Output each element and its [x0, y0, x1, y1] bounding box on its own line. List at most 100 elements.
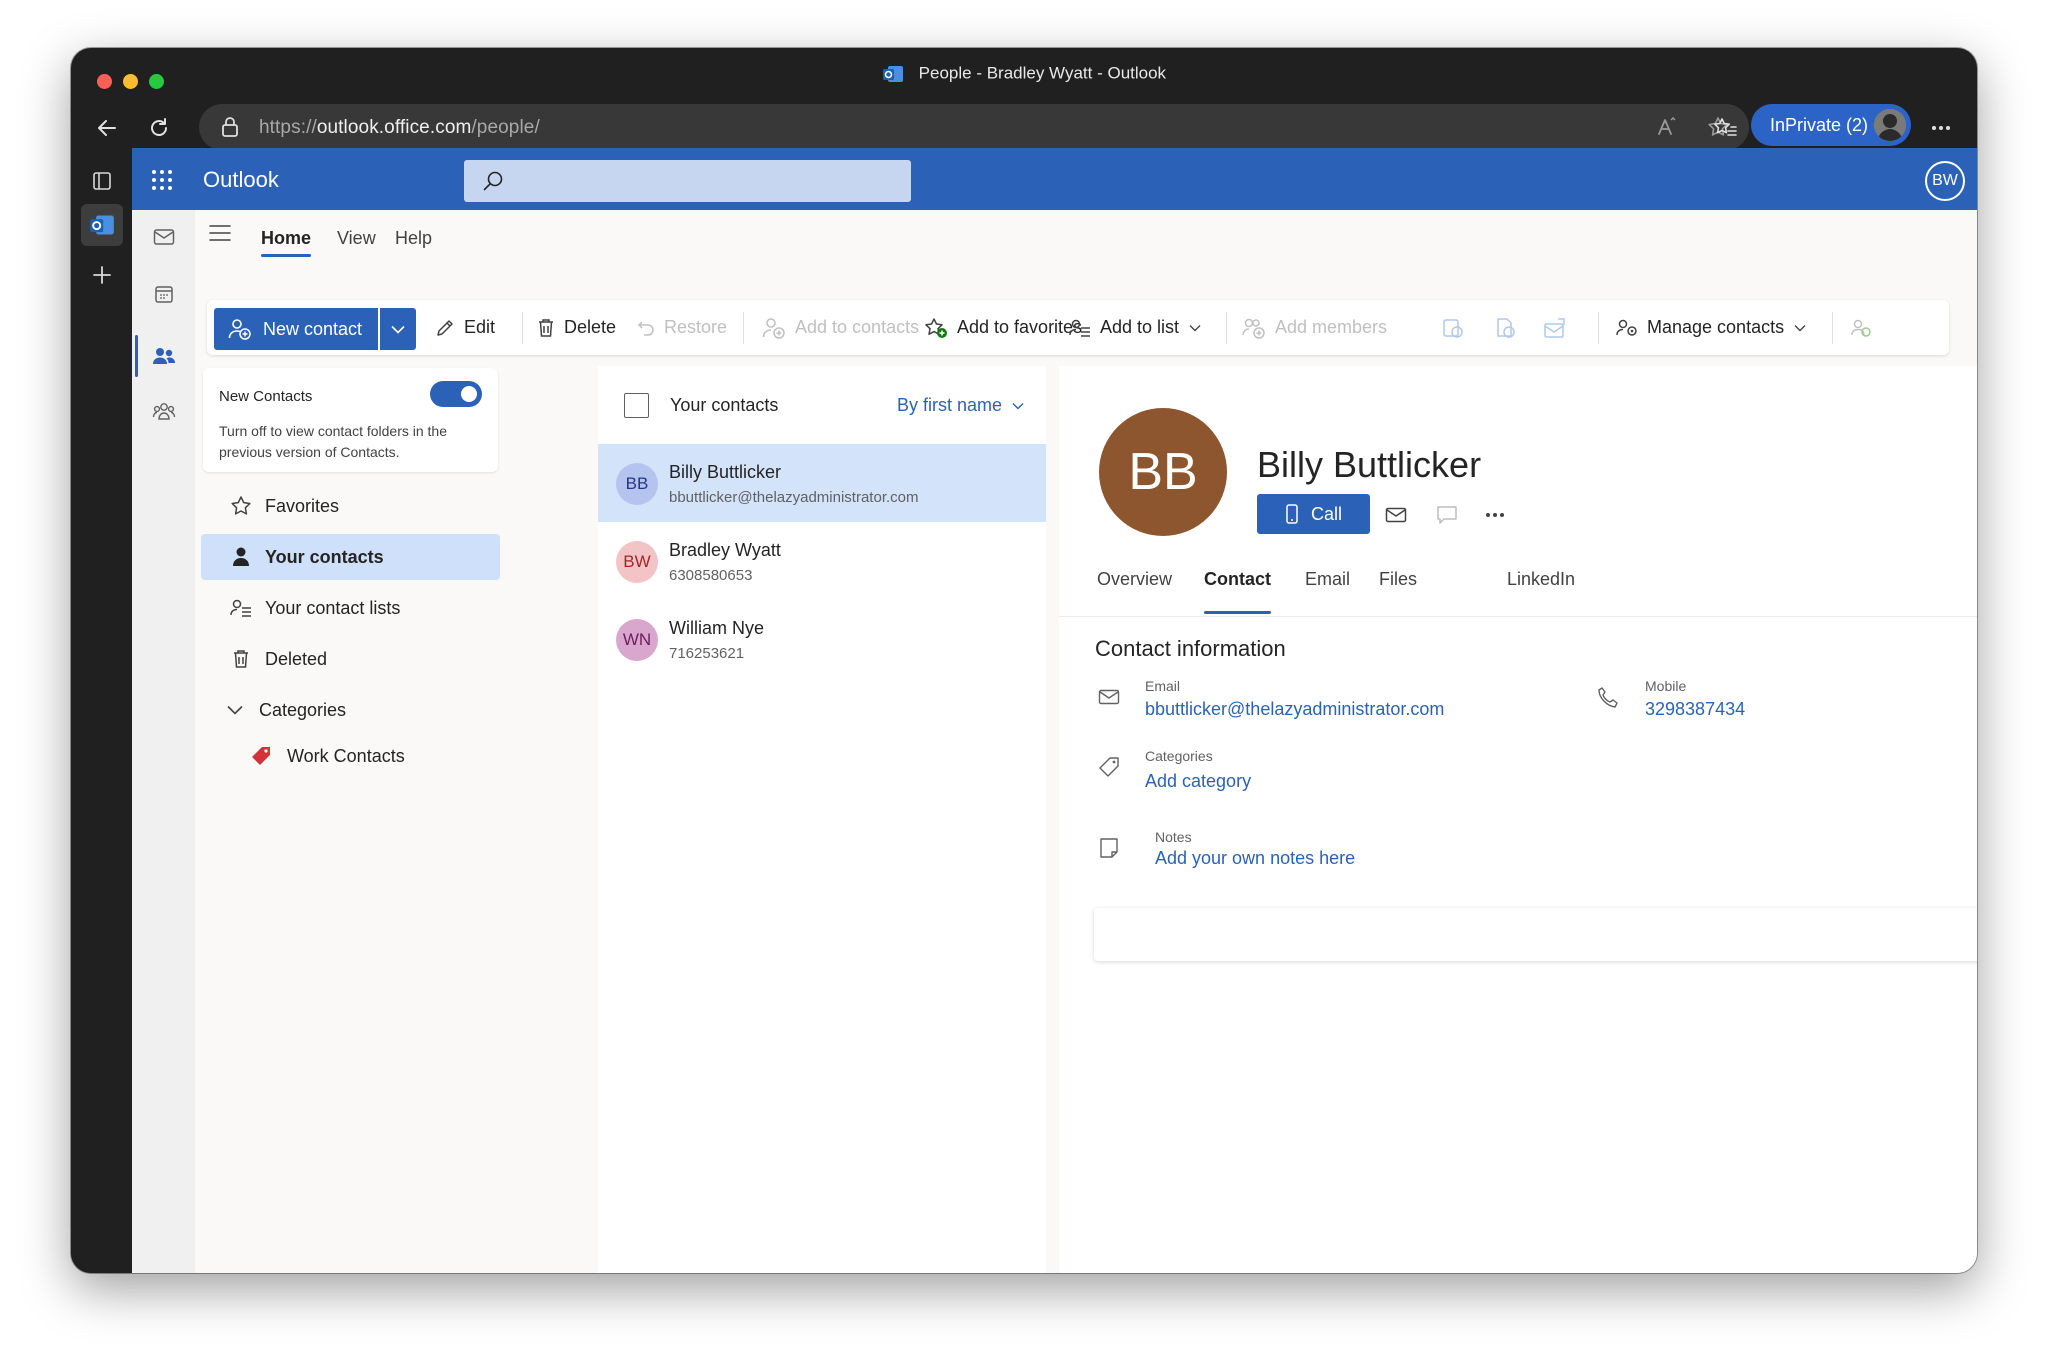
- chat-button[interactable]: [1433, 501, 1461, 529]
- url-scheme: https://: [259, 117, 317, 138]
- contact-list-header: Your contacts By first name: [598, 366, 1046, 442]
- add-notes-link[interactable]: Add your own notes here: [1155, 848, 1355, 869]
- email-field-value[interactable]: bbuttlicker@thelazyadministrator.com: [1145, 699, 1444, 720]
- share-contact-button[interactable]: [1442, 300, 1473, 355]
- contact-list-title: Your contacts: [670, 395, 779, 415]
- contact-name: Billy Buttlicker: [669, 462, 782, 482]
- contact-item[interactable]: BW Bradley Wyatt 6308580653: [598, 522, 1046, 600]
- contact-detail: 6308580653: [669, 567, 753, 584]
- contact-item[interactable]: WN William Nye 716253621: [598, 600, 1046, 678]
- favorites-button[interactable]: [1705, 108, 1745, 148]
- hamburger-menu-icon[interactable]: [209, 224, 231, 242]
- export-contact-button[interactable]: [1494, 300, 1525, 355]
- chat-icon: [1436, 505, 1458, 525]
- window-title: People - Bradley Wyatt - Outlook: [918, 63, 1167, 83]
- trash-icon: [537, 318, 564, 338]
- delete-button[interactable]: Delete: [537, 300, 616, 355]
- restore-button[interactable]: Restore: [637, 300, 727, 355]
- restore-label: Restore: [664, 317, 728, 337]
- contact-detail: bbuttlicker@thelazyadministrator.com: [669, 489, 919, 506]
- add-members-button[interactable]: Add members: [1242, 300, 1387, 355]
- more-actions-button[interactable]: [1481, 501, 1509, 529]
- contact-detail-pane: BB Billy Buttlicker Call Overview Contac…: [1059, 366, 1977, 1273]
- favorites-list-icon: [1713, 117, 1737, 139]
- chevron-down-icon: [1189, 324, 1210, 332]
- separator: [522, 312, 523, 344]
- folder-favorites[interactable]: Favorites: [201, 483, 500, 529]
- url-text: https://outlook.office.com/people/: [259, 117, 540, 139]
- detail-tab-email[interactable]: Email: [1305, 569, 1350, 590]
- contact-name: William Nye: [669, 618, 765, 638]
- phone-icon: [1285, 504, 1299, 524]
- contact-item[interactable]: BB Billy Buttlicker bbuttlicker@thelazya…: [598, 444, 1046, 522]
- active-rail-indicator: [135, 335, 138, 377]
- avatar: WN: [616, 619, 658, 661]
- detail-tab-overview[interactable]: Overview: [1097, 569, 1172, 590]
- manage-contacts-button[interactable]: Manage contacts: [1616, 300, 1815, 355]
- tab-view[interactable]: View: [337, 228, 376, 249]
- inprivate-label: InPrivate (2): [1770, 115, 1869, 135]
- sort-dropdown[interactable]: By first name: [897, 395, 1024, 416]
- app-launcher-icon[interactable]: [151, 169, 173, 191]
- delete-label: Delete: [564, 317, 617, 337]
- new-contacts-toggle[interactable]: [430, 381, 482, 407]
- call-button[interactable]: Call: [1257, 494, 1370, 534]
- contact-info-title: Contact information: [1095, 636, 1286, 661]
- browser-menu-button[interactable]: [1921, 108, 1961, 148]
- read-aloud-icon[interactable]: [1656, 116, 1678, 138]
- add-icon[interactable]: [81, 254, 123, 296]
- add-to-favorites-button[interactable]: Add to favorites: [924, 300, 1082, 355]
- app-header: Outlook BW: [132, 148, 1977, 210]
- mail-send-icon: [1543, 317, 1576, 339]
- mail-icon[interactable]: [150, 223, 178, 251]
- people-icon[interactable]: [150, 342, 178, 370]
- categories-field-label: Categories: [1145, 748, 1213, 764]
- tab-help[interactable]: Help: [395, 228, 432, 249]
- star-add-icon: [924, 317, 957, 339]
- separator: [1598, 312, 1599, 344]
- mail-icon: [1096, 684, 1122, 710]
- send-email-button[interactable]: [1382, 501, 1410, 529]
- star-icon: [225, 495, 257, 517]
- address-bar[interactable]: https://outlook.office.com/people/: [199, 104, 1749, 150]
- groups-icon[interactable]: [150, 398, 178, 426]
- folder-contact-lists[interactable]: Your contact lists: [201, 585, 500, 631]
- add-to-favorites-label: Add to favorites: [957, 317, 1083, 337]
- outlook-tab-icon[interactable]: [81, 204, 123, 246]
- select-all-checkbox[interactable]: [624, 393, 649, 418]
- category-work-contacts[interactable]: Work Contacts: [201, 733, 500, 779]
- search-input[interactable]: [464, 160, 911, 202]
- inprivate-button[interactable]: InPrivate (2): [1751, 104, 1911, 146]
- profile-avatar: [1874, 109, 1906, 141]
- avatar: BW: [616, 541, 658, 583]
- add-to-contacts-button[interactable]: Add to contacts: [762, 300, 919, 355]
- add-category-link[interactable]: Add category: [1145, 771, 1251, 792]
- new-contact-label: New contact: [263, 319, 363, 339]
- back-button[interactable]: [87, 108, 127, 148]
- folder-deleted[interactable]: Deleted: [201, 636, 500, 682]
- edit-button[interactable]: Edit: [435, 300, 495, 355]
- contact-display-name: Billy Buttlicker: [1257, 444, 1482, 485]
- separator: [1226, 312, 1227, 344]
- tab-actions-icon[interactable]: [81, 160, 123, 202]
- pencil-icon: [435, 318, 464, 338]
- add-members-label: Add members: [1275, 317, 1388, 337]
- lock-icon: [221, 117, 239, 137]
- tab-home[interactable]: Home: [261, 228, 311, 249]
- ribbon-tabs: Home View Help: [195, 210, 1977, 257]
- folder-your-contacts[interactable]: Your contacts: [201, 534, 500, 580]
- calendar-icon[interactable]: [150, 280, 178, 308]
- detail-tab-files[interactable]: Files: [1379, 569, 1417, 590]
- user-avatar[interactable]: BW: [1925, 161, 1965, 201]
- new-contact-dropdown[interactable]: [380, 308, 416, 350]
- people-action-button[interactable]: [1850, 300, 1883, 355]
- separator: [743, 312, 744, 344]
- add-to-list-button[interactable]: Add to list: [1069, 300, 1210, 355]
- detail-tab-contact[interactable]: Contact: [1204, 569, 1271, 590]
- refresh-button[interactable]: [139, 108, 179, 148]
- email-contact-button[interactable]: [1543, 300, 1576, 355]
- mobile-field-value[interactable]: 3298387434: [1645, 699, 1745, 720]
- detail-tab-linkedin[interactable]: LinkedIn: [1507, 569, 1575, 590]
- categories-header[interactable]: Categories: [201, 687, 500, 733]
- new-contact-button[interactable]: New contact: [214, 308, 378, 350]
